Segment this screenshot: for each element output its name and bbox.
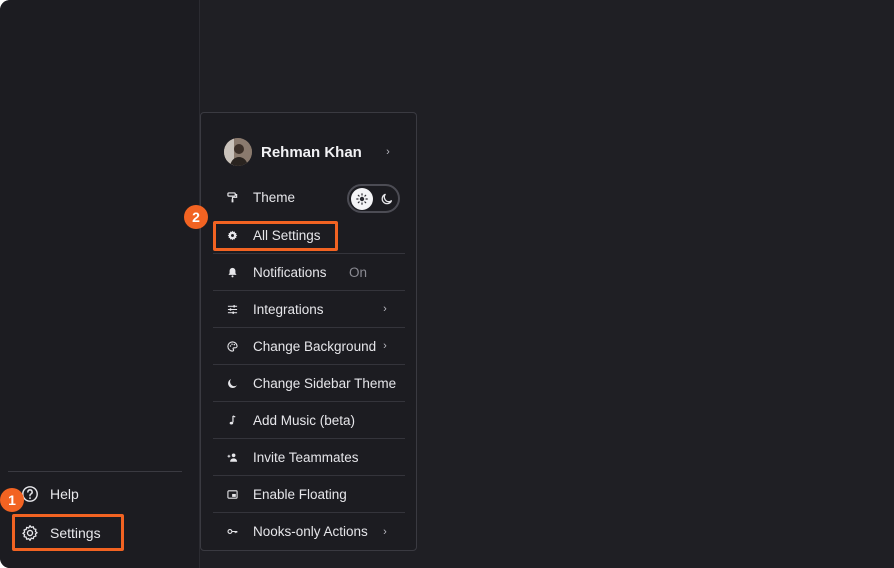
menu-item-notifications[interactable]: Notifications On [213,254,405,291]
step-2-badge: 2 [184,205,208,229]
add-user-icon [223,449,241,465]
menu-item-label: Add Music (beta) [253,412,356,428]
settings-highlight-box [12,514,124,551]
key-icon [223,524,241,540]
picture-in-picture-icon [223,486,241,502]
app-window: Help Settings 1 Rehman Khan › Theme All … [0,0,894,568]
help-button[interactable]: Help [20,482,79,506]
all-settings-highlight-box [213,221,338,251]
menu-item-enable-floating[interactable]: Enable Floating [213,476,405,513]
menu-item-label: Change Sidebar Theme [253,375,397,391]
bell-icon [223,264,241,280]
moon-icon [223,375,241,391]
menu-item-add-music[interactable]: Add Music (beta) [213,402,405,439]
theme-toggle[interactable] [347,184,400,213]
sun-icon [351,187,373,210]
menu-item-integrations[interactable]: Integrations › [213,291,405,328]
menu-item-label: Notifications [253,264,327,280]
step-1-badge: 1 [0,488,24,512]
help-label: Help [50,486,79,502]
sliders-icon [223,301,241,317]
settings-menu: Rehman Khan › Theme All Settings Notific… [200,112,417,551]
chevron-right-icon: › [383,525,387,538]
menu-item-change-sidebar-theme[interactable]: Change Sidebar Theme [213,365,405,402]
chevron-right-icon: › [386,146,390,158]
menu-item-label: Nooks-only Actions [253,524,368,539]
paint-roller-icon [223,190,241,206]
notifications-status: On [348,264,367,280]
chevron-right-icon: › [383,340,387,352]
profile-row[interactable]: Rehman Khan › [224,137,394,167]
menu-item-label: Invite Teammates [253,449,359,465]
menu-item-nooks-only-actions[interactable]: Nooks-only Actions › [213,513,405,550]
menu-item-invite-teammates[interactable]: Invite Teammates [213,439,405,476]
sidebar-divider [8,471,182,472]
palette-icon [223,338,241,354]
profile-name: Rehman Khan [261,143,362,161]
music-note-icon [223,412,241,428]
menu-item-label: Change Background [253,338,377,354]
avatar [224,138,252,166]
menu-item-change-background[interactable]: Change Background › [213,328,405,365]
menu-item-label: Enable Floating [253,486,347,502]
menu-item-label: Integrations [253,301,324,317]
chevron-right-icon: › [383,303,387,315]
moon-icon [381,192,395,206]
sidebar: Help Settings [0,0,200,568]
